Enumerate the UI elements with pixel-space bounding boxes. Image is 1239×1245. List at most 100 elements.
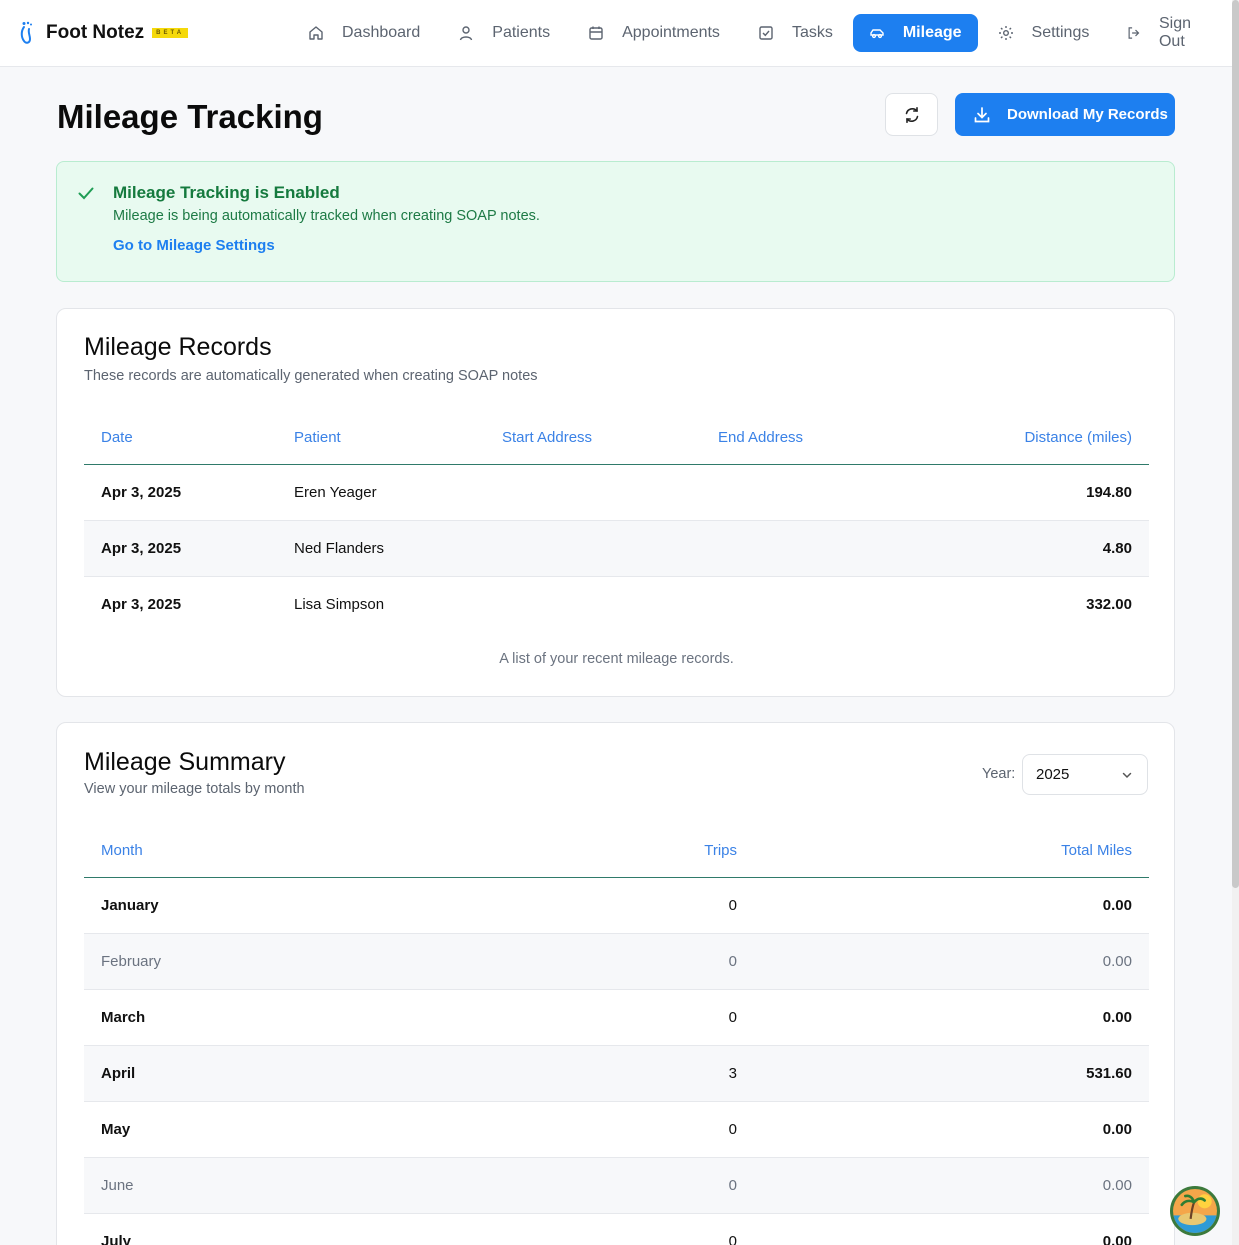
- year-select[interactable]: 2025: [1022, 754, 1148, 795]
- nav-settings[interactable]: Settings: [980, 14, 1108, 52]
- record-date: Apr 3, 2025: [101, 595, 182, 613]
- nav-patients-label: Patients: [492, 24, 551, 41]
- summary-month: June: [84, 1157, 509, 1214]
- nav-tasks[interactable]: Tasks: [740, 14, 851, 52]
- nav-mileage[interactable]: Mileage: [852, 14, 978, 52]
- user-icon: [460, 26, 473, 41]
- record-date: Apr 3, 2025: [84, 520, 277, 577]
- col-month: Month: [84, 825, 509, 878]
- summary-trips: 0: [509, 877, 754, 934]
- summary-trips: 0: [509, 1157, 754, 1214]
- record-date: Apr 3, 2025: [84, 464, 277, 521]
- records-table: Date Patient Start Address End Address D…: [84, 412, 1149, 632]
- refresh-button[interactable]: [885, 93, 938, 136]
- chevron-down-icon: [1122, 772, 1132, 779]
- nav-patients[interactable]: Patients: [440, 14, 568, 52]
- summary-miles: 0.00: [754, 933, 1149, 990]
- mileage-summary-card: Mileage Summary View your mileage totals…: [56, 722, 1175, 1245]
- nav-dashboard-label: Dashboard: [342, 24, 421, 41]
- summary-miles: 0.00: [754, 989, 1149, 1046]
- summary-month: January: [84, 877, 509, 934]
- record-patient: Eren Yeager: [277, 464, 485, 521]
- summary-miles: 0.00: [754, 1157, 1149, 1214]
- summary-month: May: [84, 1101, 509, 1158]
- nav-sign-out-label: Sign Out: [1158, 15, 1191, 50]
- download-icon: [974, 106, 990, 122]
- records-title: Mileage Records: [84, 333, 272, 361]
- record-distance: 332.00: [1086, 595, 1132, 613]
- table-row[interactable]: Apr 3, 2025 Eren Yeager 194.80: [84, 464, 1149, 521]
- nav-sign-out[interactable]: Sign Out: [1109, 14, 1230, 52]
- calendar-icon: [589, 26, 603, 40]
- table-row: July 0 0.00: [84, 1213, 1149, 1245]
- nav-dashboard[interactable]: Dashboard: [290, 14, 438, 52]
- summary-subtitle: View your mileage totals by month: [84, 781, 305, 797]
- mileage-records-card: Mileage Records These records are automa…: [56, 308, 1175, 697]
- nav-appointments[interactable]: Appointments: [570, 14, 738, 52]
- home-icon: [309, 26, 323, 40]
- brand-name: Foot Notez: [46, 22, 145, 43]
- record-end: [701, 464, 901, 521]
- nav-settings-label: Settings: [1031, 24, 1090, 41]
- page-title: Mileage Tracking: [57, 98, 323, 135]
- download-records-button[interactable]: Download My Records: [955, 93, 1175, 136]
- record-distance: 4.80: [901, 520, 1149, 577]
- summary-month: March: [84, 989, 509, 1046]
- summary-miles: 0.00: [754, 1213, 1149, 1245]
- record-start: [485, 464, 701, 521]
- table-row: March 0 0.00: [84, 989, 1149, 1046]
- table-row[interactable]: Apr 3, 2025 Lisa Simpson 332.00: [84, 576, 1149, 632]
- tracking-enabled-banner: Mileage Tracking is Enabled Mileage is b…: [56, 161, 1175, 282]
- table-row: June 0 0.00: [84, 1157, 1149, 1214]
- record-end: [701, 520, 901, 577]
- scrollbar-thumb[interactable]: [1232, 0, 1239, 888]
- col-trips: Trips: [509, 825, 754, 878]
- download-records-label: Download My Records: [1007, 106, 1168, 123]
- checkbox-icon: [759, 26, 773, 40]
- summary-table: Month Trips Total Miles January 0 0.00 F…: [84, 825, 1149, 1245]
- table-row: April 3 531.60: [84, 1045, 1149, 1102]
- col-date: Date: [84, 412, 277, 465]
- summary-trips: 0: [509, 933, 754, 990]
- summary-trips: 0: [509, 1101, 754, 1158]
- gear-icon: [998, 26, 1013, 40]
- record-start: [485, 520, 701, 577]
- table-row: February 0 0.00: [84, 933, 1149, 990]
- summary-header-row: Month Trips Total Miles: [84, 825, 1149, 878]
- records-subtitle: These records are automatically generate…: [84, 368, 538, 384]
- banner-description: Mileage is being automatically tracked w…: [113, 208, 540, 224]
- col-distance: Distance (miles): [901, 412, 1149, 465]
- record-patient: Ned Flanders: [277, 520, 485, 577]
- brand[interactable]: Foot Notez BETA: [18, 20, 189, 46]
- summary-miles: 0.00: [754, 877, 1149, 934]
- main-nav: Dashboard Patients Appointments Tasks Mi…: [290, 14, 1232, 52]
- sign-out-icon: [1128, 27, 1140, 39]
- assistant-fab-button[interactable]: [1170, 1186, 1220, 1236]
- summary-month: April: [84, 1045, 509, 1102]
- record-start: [485, 576, 701, 632]
- page-scrollbar[interactable]: [1232, 0, 1239, 1245]
- summary-month: July: [84, 1213, 509, 1245]
- summary-miles: 0.00: [754, 1101, 1149, 1158]
- island-icon: [1173, 1189, 1217, 1233]
- record-patient: Lisa Simpson: [294, 595, 385, 613]
- record-distance: 194.80: [901, 464, 1149, 521]
- summary-title: Mileage Summary: [84, 748, 286, 776]
- record-end: [701, 576, 901, 632]
- year-value: 2025: [1036, 766, 1070, 783]
- summary-miles: 531.60: [754, 1045, 1149, 1102]
- nav-appointments-label: Appointments: [622, 24, 720, 41]
- year-label: Year:: [982, 766, 1016, 782]
- col-start-address: Start Address: [485, 412, 701, 465]
- table-row: May 0 0.00: [84, 1101, 1149, 1158]
- summary-trips: 0: [509, 989, 754, 1046]
- summary-trips: 0: [509, 1213, 754, 1245]
- beta-badge: BETA: [152, 28, 189, 38]
- refresh-icon: [905, 106, 918, 123]
- car-icon: [870, 29, 884, 39]
- check-icon: [78, 187, 94, 200]
- nav-mileage-label: Mileage: [902, 24, 962, 41]
- table-row[interactable]: Apr 3, 2025 Ned Flanders 4.80: [84, 520, 1149, 577]
- mileage-settings-link[interactable]: Go to Mileage Settings: [113, 237, 275, 254]
- nav-tasks-label: Tasks: [791, 24, 833, 41]
